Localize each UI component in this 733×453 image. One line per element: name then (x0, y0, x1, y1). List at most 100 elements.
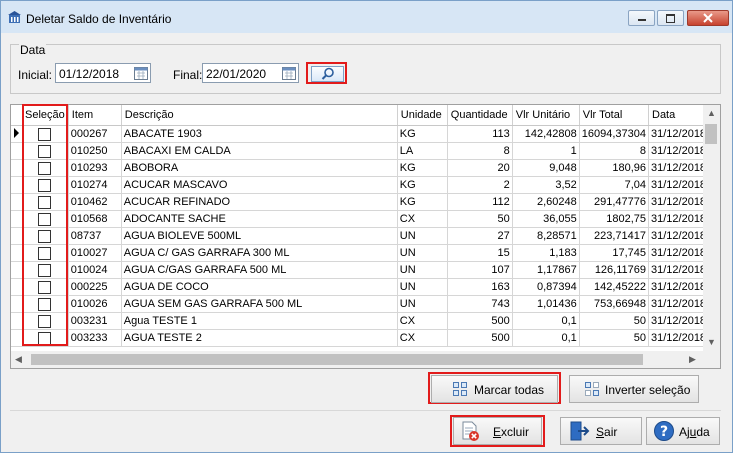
excluir-label: Excluir (493, 425, 529, 439)
cell-unidade: UN (397, 227, 448, 245)
sair-accesskey: S (596, 425, 605, 439)
scroll-up-icon[interactable]: ▲ (707, 108, 716, 118)
column-header-selecao[interactable]: Seleção (11, 105, 69, 126)
cell-descricao: ACUCAR MASCAVO (121, 176, 398, 194)
inverter-selecao-button[interactable]: Inverter seleção (569, 375, 699, 403)
cell-quantidade: 500 (447, 329, 513, 347)
date-group-label: Data (19, 43, 47, 57)
column-header-item[interactable]: Item (68, 105, 122, 126)
table-row[interactable]: 003233 AGUA TESTE 2 CX 500 0,1 50 31/12/2018 (11, 329, 711, 347)
cell-item: 08737 (68, 227, 122, 245)
marcar-todas-button[interactable]: Marcar todas (431, 375, 558, 403)
cell-vlr-total: 142,45222 (579, 278, 650, 296)
cell-vlr-unitario: 3,52 (512, 176, 580, 194)
cell-data: 31/12/2018 (648, 244, 711, 262)
final-date-field[interactable]: 22/01/2020 (202, 63, 299, 83)
row-checkbox[interactable] (37, 297, 51, 311)
grid-body: 000267 ABACATE 1903 KG 113 142,42808 16094,37… (11, 125, 711, 347)
search-button[interactable] (306, 62, 347, 84)
table-row[interactable]: 010274 ACUCAR MASCAVO KG 2 3,52 7,04 31/12/201… (11, 176, 711, 194)
cell-item: 010027 (68, 244, 122, 262)
cell-descricao: AGUA BIOLEVE 500ML (121, 227, 398, 245)
row-checkbox[interactable] (37, 127, 51, 141)
scroll-down-icon[interactable]: ▼ (707, 337, 716, 347)
sair-label-rest: air (604, 425, 618, 439)
column-header-quantidade[interactable]: Quantidade (447, 105, 513, 126)
sair-button[interactable]: Sair (560, 417, 642, 445)
cell-unidade: LA (397, 142, 448, 160)
help-icon: ? (654, 421, 674, 441)
cell-unidade: KG (397, 193, 448, 211)
cell-vlr-unitario: 8,28571 (512, 227, 580, 245)
scroll-left-icon[interactable]: ◀ (15, 354, 22, 365)
calendar-icon[interactable] (134, 66, 148, 80)
row-checkbox[interactable] (37, 229, 51, 243)
excluir-accesskey: E (493, 425, 502, 439)
cell-vlr-unitario: 0,87394 (512, 278, 580, 296)
cell-vlr-total: 223,71417 (579, 227, 650, 245)
table-row[interactable]: 010026 AGUA SEM GAS GARRAFA 500 ML UN 743 1,… (11, 295, 711, 313)
cell-data: 31/12/2018 (648, 193, 711, 211)
cell-vlr-total: 1802,75 (579, 210, 650, 228)
row-checkbox[interactable] (37, 161, 51, 175)
calendar-icon[interactable] (282, 66, 296, 80)
table-row[interactable]: 010027 AGUA C/ GAS GARRAFA 300 ML UN 15 1,18… (11, 244, 711, 262)
table-row[interactable]: 003231 Agua TESTE 1 CX 500 0,1 50 31/12/2018 (11, 312, 711, 330)
cell-unidade: UN (397, 278, 448, 296)
cell-vlr-total: 180,96 (579, 159, 650, 177)
column-header-unidade[interactable]: Unidade (397, 105, 448, 126)
cell-data: 31/12/2018 (648, 278, 711, 296)
excluir-label-rest: xcluir (501, 425, 530, 439)
minimize-button[interactable] (628, 10, 655, 26)
row-checkbox[interactable] (37, 331, 51, 345)
row-checkbox[interactable] (37, 263, 51, 277)
cell-unidade: UN (397, 295, 448, 313)
cell-item: 000225 (68, 278, 122, 296)
cell-vlr-unitario: 142,42808 (512, 125, 580, 143)
scroll-right-icon[interactable]: ▶ (689, 354, 696, 365)
row-checkbox[interactable] (37, 195, 51, 209)
cell-unidade: CX (397, 329, 448, 347)
cell-item: 010024 (68, 261, 122, 279)
column-header-data[interactable]: Data (648, 105, 711, 126)
row-checkbox[interactable] (37, 212, 51, 226)
cell-vlr-total: 50 (579, 329, 650, 347)
maximize-button[interactable] (657, 10, 684, 26)
column-header-vlr-unitario[interactable]: Vlr Unitário (512, 105, 580, 126)
cell-vlr-total: 126,11769 (579, 261, 650, 279)
horizontal-scrollbar[interactable]: ◀ ▶ (11, 351, 720, 368)
ajuda-button[interactable]: ? Ajuda (646, 417, 720, 445)
inventory-grid: Seleção Item Descrição Unidade Quantidade Vlr… (10, 104, 721, 369)
current-row-indicator-icon (14, 128, 19, 138)
column-header-descricao[interactable]: Descrição (121, 105, 398, 126)
table-row[interactable]: 010293 ABOBORA KG 20 9,048 180,96 31/12/2018 (11, 159, 711, 177)
table-row[interactable]: 000225 AGUA DE COCO UN 163 0,87394 142,45222 3… (11, 278, 711, 296)
table-row[interactable]: 010250 ABACAXI EM CALDA LA 8 1 8 31/12/2018 (11, 142, 711, 160)
inventory-delete-window: Deletar Saldo de Inventário Data Inicial… (0, 0, 733, 453)
cell-selecao (11, 295, 69, 313)
row-checkbox[interactable] (37, 178, 51, 192)
row-checkbox[interactable] (37, 314, 51, 328)
cell-descricao: ABACAXI EM CALDA (121, 142, 398, 160)
row-checkbox[interactable] (37, 246, 51, 260)
table-row[interactable]: 000267 ABACATE 1903 KG 113 142,42808 16094,37… (11, 125, 711, 143)
horizontal-scroll-thumb[interactable] (31, 354, 643, 365)
table-row[interactable]: 010462 ACUCAR REFINADO KG 112 2,60248 291,477… (11, 193, 711, 211)
invert-selection-icon (585, 382, 599, 396)
row-checkbox[interactable] (37, 280, 51, 294)
inicial-date-value: 01/12/2018 (59, 67, 120, 81)
table-row[interactable]: 010568 ADOCANTE SACHE CX 50 36,055 1802,75 31/… (11, 210, 711, 228)
cell-unidade: UN (397, 261, 448, 279)
table-row[interactable]: 08737 AGUA BIOLEVE 500ML UN 27 8,28571 223,71… (11, 227, 711, 245)
vertical-scroll-thumb[interactable] (705, 124, 717, 144)
cell-descricao: ACUCAR REFINADO (121, 193, 398, 211)
table-row[interactable]: 010024 AGUA C/GAS GARRAFA 500 ML UN 107 1,17… (11, 261, 711, 279)
close-button[interactable] (687, 10, 729, 26)
column-header-vlr-total[interactable]: Vlr Total (579, 105, 650, 126)
cell-descricao: ADOCANTE SACHE (121, 210, 398, 228)
row-checkbox[interactable] (37, 144, 51, 158)
excluir-button[interactable]: Excluir (453, 417, 542, 445)
cell-quantidade: 15 (447, 244, 513, 262)
inicial-date-field[interactable]: 01/12/2018 (55, 63, 151, 83)
vertical-scrollbar[interactable]: ▲ ▼ (703, 105, 720, 351)
